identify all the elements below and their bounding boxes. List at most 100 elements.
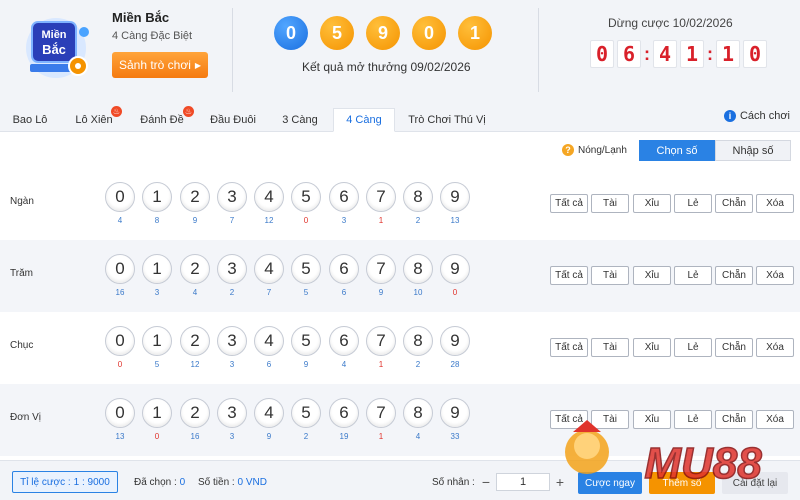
missing-count: 0 [154, 432, 160, 441]
tai-button[interactable]: Tài [591, 266, 629, 285]
tab-label: Lô Xiên [75, 114, 113, 126]
multiplier-increase-button[interactable]: + [551, 473, 569, 491]
number-ball[interactable]: 9 [440, 398, 470, 428]
tai-button[interactable]: Tài [591, 338, 629, 357]
number-ball[interactable]: 4 [254, 254, 284, 284]
le-button[interactable]: Lẻ [674, 410, 712, 429]
number-ball[interactable]: 8 [403, 254, 433, 284]
result-ball: 5 [320, 16, 354, 50]
number-ball[interactable]: 0 [105, 326, 135, 356]
multiplier-decrease-button[interactable]: − [477, 473, 495, 491]
missing-count: 4 [341, 360, 347, 369]
number-ball[interactable]: 6 [329, 326, 359, 356]
number-ball[interactable]: 0 [105, 182, 135, 212]
number-ball[interactable]: 2 [180, 398, 210, 428]
number-ball[interactable]: 9 [440, 254, 470, 284]
hot-cold-toggle[interactable]: ? Nóng/Lạnh [562, 144, 627, 156]
reset-button[interactable]: Cài đặt lại [722, 472, 788, 494]
number-ball[interactable]: 4 [254, 326, 284, 356]
number-ball[interactable]: 3 [217, 326, 247, 356]
le-button[interactable]: Lẻ [674, 194, 712, 213]
how-to-play-link[interactable]: i Cách chơi [723, 110, 790, 122]
select-all-button[interactable]: Tất cả [550, 338, 588, 357]
tab-dau-duoi[interactable]: Đầu Đuôi [202, 108, 264, 132]
number-ball[interactable]: 3 [217, 398, 247, 428]
multiplier-input[interactable]: 1 [496, 473, 550, 491]
missing-count: 12 [264, 216, 274, 225]
missing-count: 2 [303, 432, 309, 441]
xiu-button[interactable]: Xỉu [633, 410, 671, 429]
lobby-button[interactable]: Sảnh trò chơi ▶ [112, 52, 208, 78]
clear-button[interactable]: Xóa [756, 266, 794, 285]
header: Miền Bắc Miền Bắc 4 Càng Đặc Biệt Sảnh t… [0, 0, 800, 104]
number-ball[interactable]: 8 [403, 182, 433, 212]
tab-lo-xien[interactable]: Lô Xiên ♨ [64, 106, 124, 132]
le-button[interactable]: Lẻ [674, 266, 712, 285]
number-ball[interactable]: 6 [329, 254, 359, 284]
missing-count: 4 [117, 216, 123, 225]
pick-number-button[interactable]: Chọn số [639, 140, 715, 161]
number-ball[interactable]: 4 [254, 182, 284, 212]
select-all-button[interactable]: Tất cả [550, 266, 588, 285]
tab-4-cang[interactable]: 4 Càng [333, 108, 395, 132]
bet-footer: Tỉ lệ cược : 1 : 9000 Đã chọn : 0 Số tiề… [0, 460, 800, 500]
number-ball[interactable]: 7 [366, 182, 396, 212]
number-ball[interactable]: 6 [329, 398, 359, 428]
number-ball[interactable]: 6 [329, 182, 359, 212]
tab-3-cang[interactable]: 3 Càng [270, 108, 330, 132]
number-ball[interactable]: 2 [180, 182, 210, 212]
number-ball[interactable]: 8 [403, 398, 433, 428]
le-button[interactable]: Lẻ [674, 338, 712, 357]
odds-label: Tỉ lệ cược : [20, 476, 71, 488]
chan-button[interactable]: Chẵn [715, 266, 753, 285]
number-ball[interactable]: 1 [142, 182, 172, 212]
input-number-button[interactable]: Nhập số [715, 140, 791, 161]
row-label: Trăm [10, 268, 33, 279]
number-ball[interactable]: 5 [291, 182, 321, 212]
number-ball[interactable]: 1 [142, 398, 172, 428]
digit-row-tram: Trăm 0 16 1 3 2 4 3 2 4 7 5 5 6 6 7 9 8 10 9 0 Tất cả Tài Xỉu Lẻ… [0, 240, 800, 312]
multiplier-label: Số nhân : [432, 477, 475, 488]
number-ball[interactable]: 0 [105, 398, 135, 428]
clear-button[interactable]: Xóa [756, 410, 794, 429]
missing-count: 2 [415, 216, 421, 225]
chan-button[interactable]: Chẵn [715, 338, 753, 357]
number-ball[interactable]: 1 [142, 326, 172, 356]
number-ball[interactable]: 3 [217, 182, 247, 212]
countdown-digit: 4 [653, 40, 677, 68]
number-ball[interactable]: 9 [440, 326, 470, 356]
clear-button[interactable]: Xóa [756, 194, 794, 213]
number-ball[interactable]: 0 [105, 254, 135, 284]
number-ball[interactable]: 5 [291, 398, 321, 428]
number-ball[interactable]: 8 [403, 326, 433, 356]
tai-button[interactable]: Tài [591, 194, 629, 213]
number-ball[interactable]: 5 [291, 254, 321, 284]
number-ball[interactable]: 7 [366, 254, 396, 284]
number-ball[interactable]: 2 [180, 326, 210, 356]
xiu-button[interactable]: Xỉu [633, 266, 671, 285]
number-ball[interactable]: 7 [366, 398, 396, 428]
missing-count: 9 [378, 288, 384, 297]
clear-button[interactable]: Xóa [756, 338, 794, 357]
tab-bao-lo[interactable]: Bao Lô [4, 108, 56, 132]
missing-count: 3 [229, 432, 235, 441]
tai-button[interactable]: Tài [591, 410, 629, 429]
missing-count: 19 [339, 432, 349, 441]
tab-tro-choi-thu-vi[interactable]: Trò Chơi Thú Vị [402, 108, 492, 132]
select-all-button[interactable]: Tất cả [550, 410, 588, 429]
bet-now-button[interactable]: Cược ngay [578, 472, 642, 494]
number-ball[interactable]: 7 [366, 326, 396, 356]
number-ball[interactable]: 3 [217, 254, 247, 284]
number-ball[interactable]: 5 [291, 326, 321, 356]
number-ball[interactable]: 2 [180, 254, 210, 284]
number-ball[interactable]: 9 [440, 182, 470, 212]
add-number-button[interactable]: Thêm số [649, 472, 715, 494]
select-all-button[interactable]: Tất cả [550, 194, 588, 213]
chan-button[interactable]: Chẵn [715, 410, 753, 429]
xiu-button[interactable]: Xỉu [633, 338, 671, 357]
xiu-button[interactable]: Xỉu [633, 194, 671, 213]
chan-button[interactable]: Chẵn [715, 194, 753, 213]
tab-danh-de[interactable]: Đánh Đề ♨ [130, 106, 194, 132]
number-ball[interactable]: 1 [142, 254, 172, 284]
number-ball[interactable]: 4 [254, 398, 284, 428]
